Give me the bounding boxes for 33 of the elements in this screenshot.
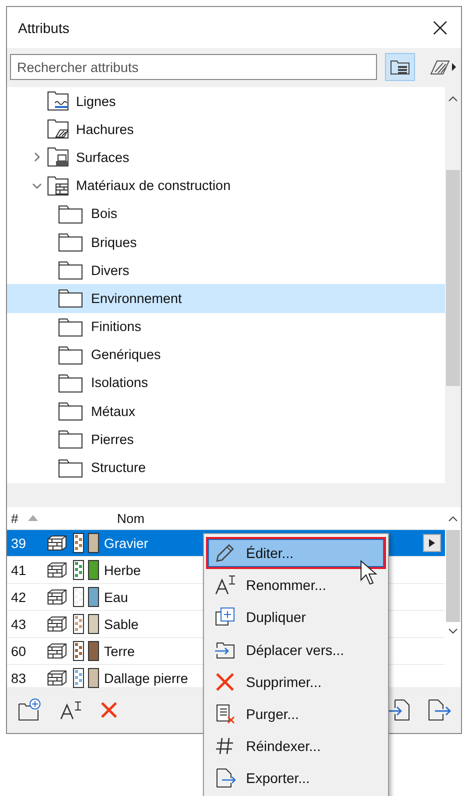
table-cell-text: 42 bbox=[10, 590, 28, 604]
menu-item-label: Purger... bbox=[246, 706, 299, 722]
tree-item-label: Genériques bbox=[90, 347, 161, 362]
tree-item-label: Structure bbox=[90, 460, 146, 476]
menu-item-label: Dupliquer bbox=[246, 609, 306, 626]
table-cell: Sable bbox=[103, 616, 139, 632]
tree-item-label: Lignes bbox=[75, 94, 116, 109]
menu-item-label: Exporter... bbox=[246, 770, 310, 786]
tree-item-label: Briques bbox=[90, 234, 137, 250]
table-cell: Eau bbox=[103, 590, 128, 604]
table-cell: Terre bbox=[103, 644, 135, 658]
tree-item-label: Surfaces bbox=[75, 150, 130, 165]
table-cell-text: 60 bbox=[10, 644, 28, 658]
tree-item-label: Environnement bbox=[90, 290, 182, 306]
tree-item-label: Matériaux de construction bbox=[75, 178, 231, 194]
menu-item-label: Réindexer... bbox=[246, 738, 321, 754]
menu-item-label: Déplacer vers... bbox=[246, 642, 344, 658]
table-cell: Herbe bbox=[103, 562, 141, 578]
window-title: Attributs bbox=[18, 20, 70, 36]
tree-item-label: Divers bbox=[90, 262, 130, 278]
tree-item-label: Finitions bbox=[90, 319, 142, 334]
table-cell: Gravier bbox=[103, 536, 148, 550]
table-cell-text: 83 bbox=[10, 670, 28, 686]
table-cell-text: 39 bbox=[10, 536, 28, 550]
tree-item-label: Pierres bbox=[90, 432, 134, 447]
table-cell: Dallage pierre bbox=[103, 670, 188, 686]
table-cell-text: 43 bbox=[10, 616, 28, 632]
tree-item-label: Hachures bbox=[75, 122, 134, 137]
tree-item-label: Métaux bbox=[90, 404, 136, 419]
table-cell-text: 41 bbox=[10, 562, 28, 578]
tree-item-label: Isolations bbox=[90, 375, 148, 390]
menu-item-label: Supprimer... bbox=[246, 674, 322, 690]
tree-item-label: Bois bbox=[90, 206, 118, 222]
